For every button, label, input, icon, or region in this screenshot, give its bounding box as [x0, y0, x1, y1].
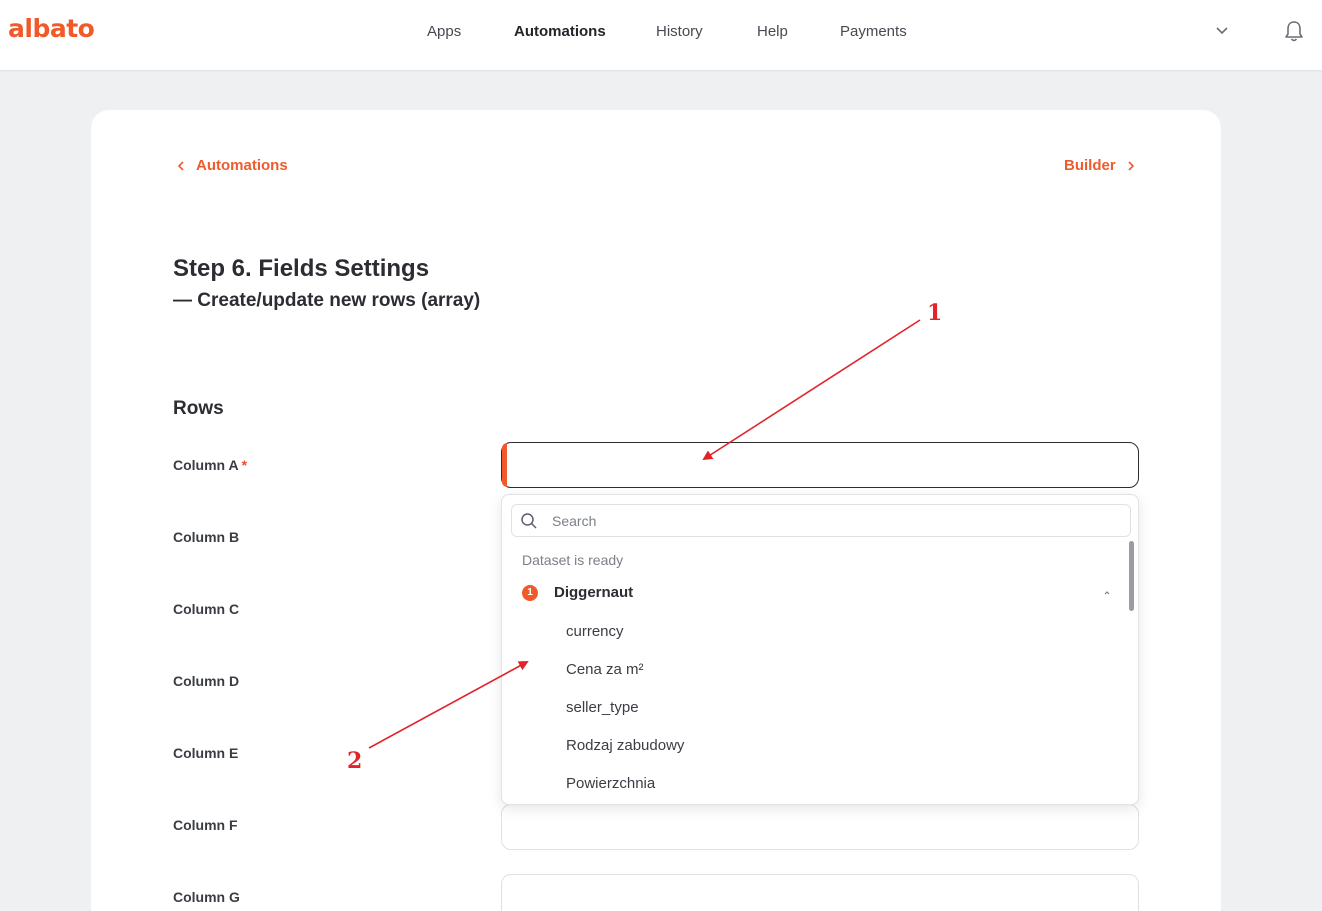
- dropdown-scrollbar[interactable]: [1129, 541, 1134, 611]
- chevron-up-icon[interactable]: [1102, 589, 1112, 597]
- dropdown-option[interactable]: Powierzchnia: [566, 775, 655, 792]
- chevron-down-icon[interactable]: [1214, 22, 1230, 38]
- nav-item-automations[interactable]: Automations: [514, 23, 606, 40]
- annotation-number-1: 1: [927, 300, 943, 326]
- chevron-right-icon: [1128, 160, 1134, 171]
- step-subtitle: — Create/update new rows (array): [173, 290, 481, 311]
- annotation-number-2: 2: [347, 748, 363, 774]
- step-title: Step 6. Fields Settings: [173, 255, 430, 282]
- builder-link[interactable]: Builder: [1064, 157, 1136, 174]
- nav-item-history[interactable]: History: [656, 23, 703, 40]
- column-b-label: Column B: [173, 529, 240, 545]
- nav-item-payments[interactable]: Payments: [840, 23, 907, 40]
- field-value-dropdown: Dataset is ready 1 Diggernaut currency C…: [501, 494, 1139, 805]
- nav-item-apps[interactable]: Apps: [427, 23, 461, 40]
- dropdown-option[interactable]: currency: [566, 623, 624, 640]
- column-c-label: Column C: [173, 601, 240, 617]
- top-navigation-bar: albato Apps Automations History Help Pay…: [0, 0, 1322, 70]
- column-f-field[interactable]: [501, 804, 1139, 850]
- dataset-status-caption: Dataset is ready: [522, 552, 624, 568]
- dropdown-search-box[interactable]: [511, 504, 1131, 537]
- nav-item-help[interactable]: Help: [757, 23, 788, 40]
- back-to-automations-link[interactable]: Automations: [176, 157, 288, 174]
- back-link-label: Automations: [196, 157, 288, 174]
- required-marker: *: [241, 457, 248, 473]
- dataset-group-header[interactable]: 1 Diggernaut: [522, 583, 1112, 605]
- dropdown-option[interactable]: seller_type: [566, 699, 639, 716]
- column-f-label: Column F: [173, 817, 238, 833]
- step-number-badge: 1: [522, 585, 538, 601]
- dropdown-option[interactable]: Cena za m²: [566, 661, 644, 678]
- forward-link-label: Builder: [1064, 157, 1116, 174]
- column-a-label: Column A *: [173, 457, 247, 473]
- dataset-group-name: Diggernaut: [554, 584, 634, 601]
- column-g-label: Column G: [173, 889, 240, 905]
- chevron-left-icon: [177, 160, 184, 171]
- main-nav: Apps Automations History Help Payments: [0, 23, 1322, 43]
- search-icon: [521, 513, 537, 529]
- column-e-label: Column E: [173, 745, 239, 761]
- column-g-field[interactable]: [501, 874, 1139, 911]
- dropdown-option[interactable]: Rodzaj zabudowy: [566, 737, 684, 754]
- column-d-label: Column D: [173, 673, 240, 689]
- column-a-field[interactable]: [501, 442, 1139, 488]
- bell-icon[interactable]: [1283, 19, 1305, 43]
- section-title-rows: Rows: [173, 398, 224, 419]
- dropdown-search-input[interactable]: [552, 505, 1122, 536]
- column-a-label-text: Column A: [173, 457, 239, 473]
